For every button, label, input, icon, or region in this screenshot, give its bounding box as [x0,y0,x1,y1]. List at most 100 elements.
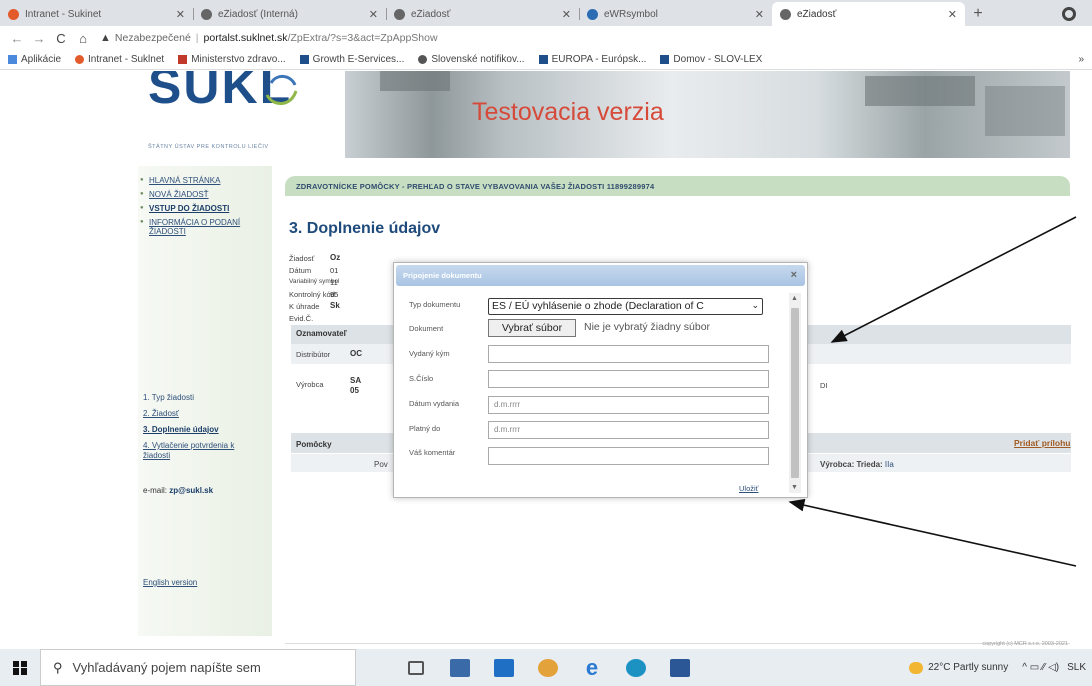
comment-input[interactable] [488,447,769,465]
bookmark-slovlex[interactable]: Domov - SLOV-LEX [660,54,762,65]
bookmark-europa[interactable]: EUROPA - Európsk... [538,54,647,65]
bookmark-intranet[interactable]: Intranet - Suklnet [75,54,164,65]
valid-until-input[interactable]: d.m.rrrr [488,421,769,439]
tab-intranet[interactable]: Intranet - Sukinet ✕ [0,2,193,26]
forward-button[interactable]: → [28,31,50,46]
trieda-value: IIa [884,460,894,469]
bookmark-growth[interactable]: Growth E-Services... [299,54,404,65]
globe-favicon-icon [201,8,212,20]
taskbar-chrome[interactable] [526,649,570,686]
new-tab-button[interactable]: + [965,2,991,26]
dialog-title: Pripojenie dokumentu [403,271,482,280]
scrollbar-thumb[interactable] [791,308,799,478]
field-value: Oz [330,253,341,262]
contact-email: e-mail: zp@sukl.sk [138,486,213,495]
step-2-link[interactable]: 2. Žiadosť [138,409,248,419]
nav-enter-request-link[interactable]: VSTUP DO ŽIADOSTI [138,204,272,213]
valid-until-label: Platný do [409,424,441,433]
url-host: portalst.suklnet.sk [203,32,288,44]
taskbar-outlook[interactable] [482,649,526,686]
bookmark-label: Slovenské notifikov... [431,54,525,65]
tab-close-icon[interactable]: ✕ [948,8,957,21]
tab-close-icon[interactable]: ✕ [369,8,378,21]
weather-text: 22°C Partly sunny [928,662,1009,673]
nav-new-request-link[interactable]: NOVÁ ŽIADOSŤ [138,190,272,199]
bookmark-label: Aplikácie [21,54,62,65]
field-label: Kontrolný kód [289,290,335,299]
bookmark-slovenske[interactable]: Slovenské notifikov... [418,54,525,65]
home-button[interactable]: ⌂ [72,31,94,46]
taskbar-apps: e [394,649,702,686]
bookmarks-bar: Aplikácie Intranet - Suklnet Ministerstv… [0,50,1092,70]
field-value: 11 [330,278,338,287]
task-view-icon [408,660,424,675]
chrome-icon [538,658,558,677]
step-list: 1. Typ žiadosti 2. Žiadosť 3. Doplnenie … [138,393,248,461]
start-button[interactable] [0,649,40,686]
taskbar-teams[interactable] [614,649,658,686]
english-version-link[interactable]: English version [138,578,197,587]
document-type-select[interactable]: ES / EÚ vyhlásenie o zhode (Declaration … [488,298,763,315]
tab-ewrsymbol[interactable]: eWRsymbol ✕ [579,2,772,26]
taskbar-word[interactable] [658,649,702,686]
scroll-down-icon[interactable]: ▼ [791,484,798,491]
vyrobca-trieda: Výrobca: Trieda: IIa [820,460,894,469]
reload-button[interactable]: C [50,31,72,46]
weather-widget[interactable]: 22°C Partly sunny [909,661,1009,674]
intranet-icon [75,55,85,64]
field-value: 01 [330,266,339,275]
issue-date-input[interactable]: d.m.rrrr [488,396,769,414]
ewr-favicon-icon [587,8,598,20]
dialog-scrollbar[interactable]: ▲ ▼ [789,293,801,493]
document-type-label: Typ dokumentu [409,300,461,309]
internet-explorer-icon: e [585,654,599,680]
search-placeholder: Vyhľadávaný pojem napíšte sem [72,660,261,675]
field-label: Evid.Č. [289,314,314,323]
issued-by-input[interactable] [488,345,769,363]
apps-grid-icon [8,55,17,64]
step-1: 1. Typ žiadosti [143,393,194,402]
step-4-link[interactable]: 4. Vytlačenie potvrdenia k žiadosti [138,441,248,461]
not-secure-label: Nezabezpečené [114,32,191,44]
attach-document-dialog: Pripojenie dokumentu × Typ dokumentu ES … [393,262,808,498]
back-button[interactable]: ← [6,31,28,46]
language-indicator[interactable]: SLK [1067,662,1086,673]
header-banner: Testovacia verzia [345,71,1070,158]
url-field[interactable]: ▲ Nezabezpečené | portalst.suklnet.sk /Z… [100,32,438,44]
nav-info-link[interactable]: INFORMÁCIA O PODANÍ ŽIADOSTI [138,218,258,236]
test-version-label: Testovacia verzia [472,98,664,126]
close-icon[interactable]: × [791,269,797,281]
nav-home-link[interactable]: HLAVNÁ STRÁNKA [138,176,272,185]
no-file-label: Nie je vybratý žiadny súbor [584,321,711,333]
tab-eziadost-active[interactable]: eŽiadosť ✕ [772,2,965,26]
globe-favicon-icon [394,8,405,20]
scroll-up-icon[interactable]: ▲ [791,295,798,302]
profile-icon[interactable] [1062,7,1076,21]
tab-eziadost-interna[interactable]: eŽiadosť (Interná) ✕ [193,2,386,26]
bookmark-ministerstvo[interactable]: Ministerstvo zdravo... [178,54,286,65]
copyright: copyright (c) MCR s.r.o. 2003-2021 [982,641,1068,647]
windows-taskbar: ⚲ Vyhľadávaný pojem napíšte sem e 22°C P… [0,649,1092,686]
windows-logo-icon [13,660,27,675]
tray-icons[interactable]: ^ ▭ ⁄⁄ ◁) [1022,662,1059,673]
choose-file-button[interactable]: Vybrať súbor [488,319,576,337]
serial-number-input[interactable] [488,370,769,388]
task-view-button[interactable] [394,649,438,686]
bookmarks-more-button[interactable]: » [1078,54,1084,65]
tab-close-icon[interactable]: ✕ [176,8,185,21]
taskbar-search[interactable]: ⚲ Vyhľadávaný pojem napíšte sem [40,649,356,686]
email-label: e-mail: [143,486,168,495]
taskbar-file-explorer[interactable] [438,649,482,686]
email-value[interactable]: zp@sukl.sk [169,486,213,495]
bookmark-label: EUROPA - Európsk... [551,54,647,65]
bookmark-apps[interactable]: Aplikácie [8,54,61,65]
save-link[interactable]: Uložiť [739,484,758,493]
issue-date-label: Dátum vydania [409,399,460,408]
slovlex-icon [660,55,670,64]
tab-close-icon[interactable]: ✕ [562,8,571,21]
circle-app-icon [626,658,646,677]
tab-eziadost[interactable]: eŽiadosť ✕ [386,2,579,26]
taskbar-edge[interactable]: e [570,649,614,686]
add-attachment-link[interactable]: Pridať prílohu [1014,438,1071,448]
tab-close-icon[interactable]: ✕ [755,8,764,21]
